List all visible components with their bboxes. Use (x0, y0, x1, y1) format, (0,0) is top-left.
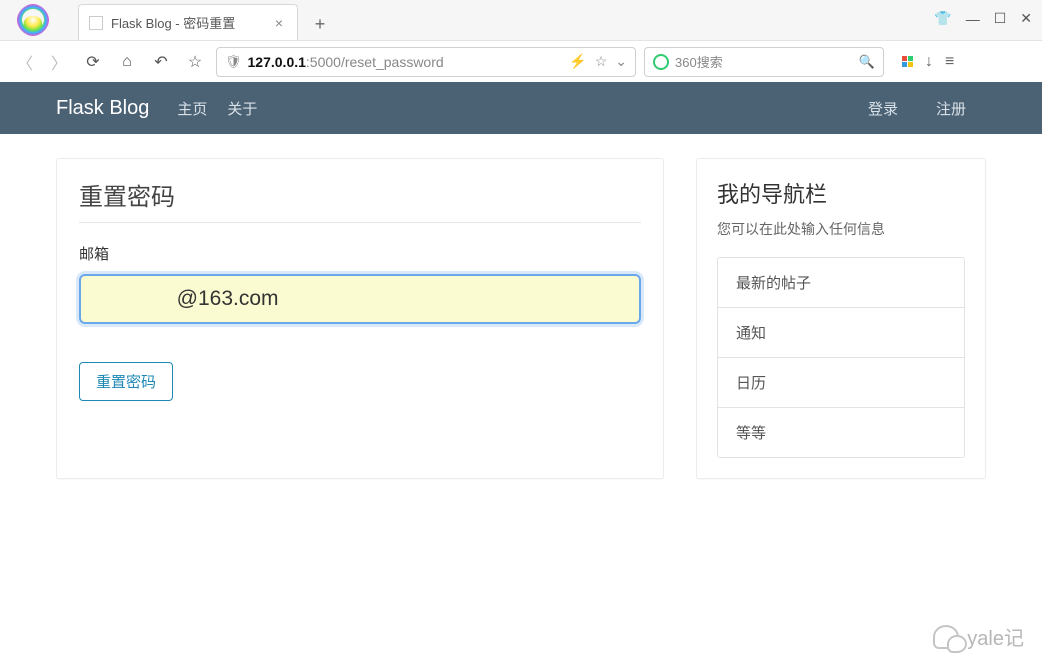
sidebar-title: 我的导航栏 (717, 177, 965, 209)
tab-close-icon[interactable]: × (271, 15, 287, 31)
nav-login[interactable]: 登录 (868, 98, 898, 119)
sidebar-item-notice[interactable]: 通知 (718, 308, 964, 358)
sidebar-item-latest[interactable]: 最新的帖子 (718, 258, 964, 308)
nav-register[interactable]: 注册 (936, 98, 966, 119)
site-brand[interactable]: Flask Blog (56, 97, 149, 120)
reset-password-card: 重置密码 邮箱 重置密码 (56, 158, 664, 479)
search-engine-icon (653, 54, 669, 70)
browser-logo[interactable] (4, 0, 62, 40)
skin-icon[interactable]: 👕 (934, 10, 951, 27)
close-window-icon[interactable]: ✕ (1020, 10, 1032, 27)
reload-button[interactable]: ⟳ (80, 49, 106, 75)
watermark-text: yale记 (967, 622, 1024, 651)
search-icon[interactable]: 🔍 (859, 54, 875, 70)
search-box[interactable]: 360搜索 🔍 (644, 47, 884, 77)
tab-title: Flask Blog - 密码重置 (111, 13, 235, 32)
star-nav-icon[interactable]: ☆ (182, 49, 208, 75)
download-icon[interactable]: ↓ (925, 53, 933, 71)
minimize-icon[interactable]: ― (966, 11, 980, 27)
undo-button[interactable]: ↶ (148, 49, 174, 75)
card-title: 重置密码 (79, 177, 641, 223)
maximize-icon[interactable]: ☐ (994, 10, 1007, 27)
browser-tab[interactable]: Flask Blog - 密码重置 × (78, 4, 298, 40)
nav-about[interactable]: 关于 (227, 98, 257, 119)
url-text: 127.0.0.1:5000/reset_password (248, 54, 444, 70)
reset-password-button[interactable]: 重置密码 (79, 362, 173, 401)
back-button[interactable]: 〈 (12, 49, 38, 75)
sidebar-item-etc[interactable]: 等等 (718, 408, 964, 457)
page-icon (89, 16, 103, 30)
search-placeholder: 360搜索 (675, 52, 723, 71)
site-navbar: Flask Blog 主页 关于 登录 注册 (0, 82, 1042, 134)
forward-button[interactable]: 〉 (46, 49, 72, 75)
sidebar-item-calendar[interactable]: 日历 (718, 358, 964, 408)
sidebar-list: 最新的帖子 通知 日历 等等 (717, 257, 965, 458)
new-tab-button[interactable]: + (304, 8, 336, 40)
home-button[interactable]: ⌂ (114, 49, 140, 75)
nav-home[interactable]: 主页 (177, 98, 207, 119)
email-input[interactable] (79, 274, 641, 324)
watermark: yale记 (933, 622, 1024, 651)
address-bar[interactable]: 🛡 127.0.0.1:5000/reset_password ⚡ ☆ ⌄ (216, 47, 636, 77)
dropdown-icon[interactable]: ⌄ (615, 53, 627, 70)
sidebar-card: 我的导航栏 您可以在此处输入任何信息 最新的帖子 通知 日历 等等 (696, 158, 986, 479)
sidebar-desc: 您可以在此处输入任何信息 (717, 219, 965, 239)
shield-icon: 🛡 (225, 54, 242, 70)
email-label: 邮箱 (79, 243, 641, 264)
favorite-icon[interactable]: ☆ (595, 53, 608, 70)
menu-icon[interactable]: ≡ (945, 53, 954, 71)
bolt-icon[interactable]: ⚡ (569, 53, 586, 70)
wechat-icon (933, 625, 959, 649)
apps-icon[interactable] (902, 56, 913, 67)
